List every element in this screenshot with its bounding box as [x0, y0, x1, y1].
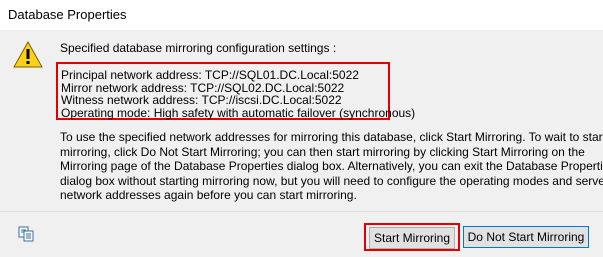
title-bar: Database Properties	[0, 0, 603, 30]
instruction-line: dialog box without starting mirroring no…	[60, 173, 603, 188]
intro-text: Specified database mirroring configurati…	[60, 41, 337, 55]
witness-address: Witness network address: TCP://iscsi.DC.…	[61, 93, 342, 107]
operating-mode: Operating mode: High safety with automat…	[61, 105, 416, 120]
window-title: Database Properties	[8, 7, 127, 22]
do-not-start-mirroring-button[interactable]: Do Not Start Mirroring	[463, 226, 589, 248]
database-properties-dialog: Database Properties Specified database m…	[0, 0, 603, 257]
start-mirroring-button[interactable]: Start Mirroring	[369, 227, 455, 249]
message-area: Specified database mirroring configurati…	[0, 30, 603, 211]
mirroring-settings-list: Principal network address: TCP://SQL01.D…	[61, 69, 415, 119]
instruction-line: To use the specified network addresses f…	[60, 130, 603, 144]
principal-address: Principal network address: TCP://SQL01.D…	[61, 68, 359, 82]
instruction-line: Mirroring page of the Database Propertie…	[60, 159, 603, 174]
instruction-line: network addresses again before you can s…	[60, 188, 357, 203]
mirroring-settings-highlight: Principal network address: TCP://SQL01.D…	[56, 62, 415, 120]
button-bar: Start Mirroring Do Not Start Mirroring	[0, 211, 603, 257]
instruction-line: mirroring, click Do Not Start Mirroring;…	[60, 144, 585, 159]
copy-icon[interactable]	[18, 226, 34, 242]
warning-icon	[13, 41, 43, 68]
start-mirroring-highlight: Start Mirroring	[364, 223, 460, 251]
instruction-text: To use the specified network addresses f…	[60, 130, 603, 203]
